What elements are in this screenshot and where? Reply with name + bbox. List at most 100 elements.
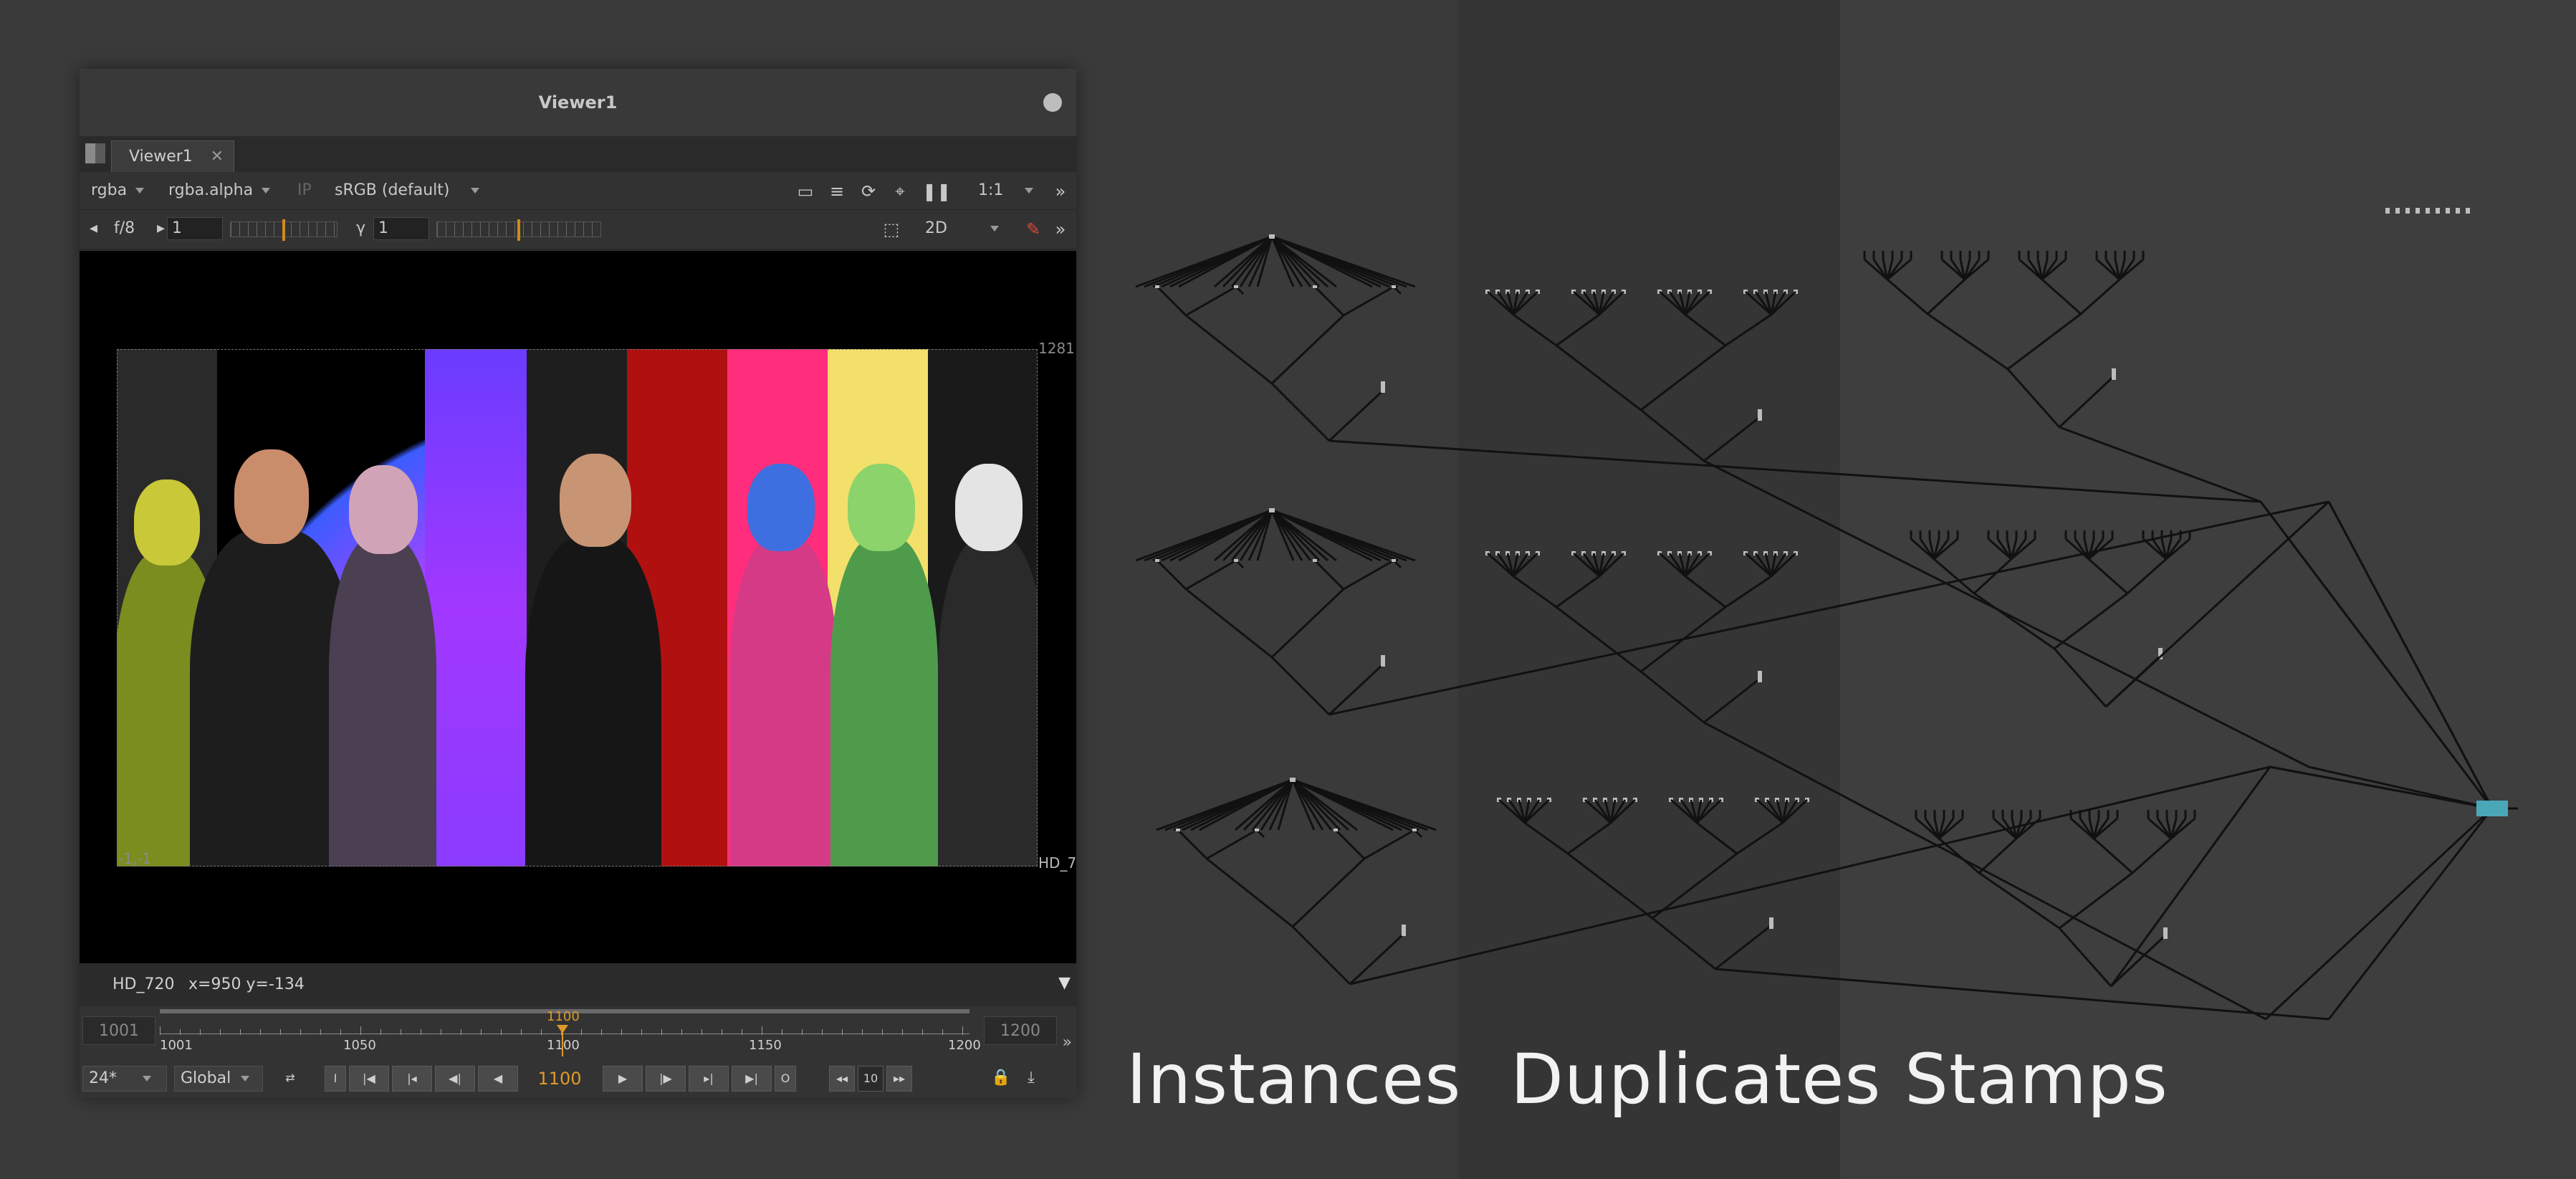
graph-node[interactable] — [2163, 927, 2168, 939]
graph-node[interactable] — [1758, 671, 1762, 682]
graph-node[interactable] — [1758, 409, 1762, 421]
next-frame-icon[interactable]: |▶ — [646, 1066, 686, 1092]
playhead-line — [562, 1025, 563, 1056]
fstop-increment-icon[interactable]: ▸ — [157, 210, 165, 247]
graph-node[interactable] — [1313, 285, 1317, 288]
next-keyframe-icon[interactable]: ▸| — [689, 1066, 729, 1092]
graph-node[interactable] — [1234, 559, 1238, 562]
graph-node[interactable] — [2476, 801, 2508, 816]
gamma-slider[interactable] — [436, 219, 601, 241]
view-mode-dropdown[interactable]: 2D — [925, 210, 999, 247]
download-icon[interactable]: ⤓ — [1018, 1066, 1044, 1092]
first-frame-icon[interactable]: |◀ — [349, 1066, 389, 1092]
chevron-down-icon — [990, 226, 999, 231]
graph-node[interactable] — [1269, 234, 1275, 239]
graph-node[interactable] — [1176, 829, 1180, 831]
lines-icon[interactable]: ≡ — [828, 182, 846, 201]
graph-node[interactable] — [2456, 208, 2460, 214]
frame-ruler[interactable]: 1001 1050 1100 1150 1200 1100 — [160, 1009, 981, 1056]
graph-node[interactable] — [1392, 559, 1396, 562]
tab-viewer1[interactable]: Viewer1 ✕ — [111, 140, 234, 172]
out-point-button[interactable]: O — [775, 1066, 796, 1092]
viewer-image-area[interactable]: 1281 HD_7 -1,-1 — [80, 251, 1076, 963]
viewer-window[interactable]: Viewer1 Viewer1 ✕ rgba rgba.alpha IP sRG… — [80, 69, 1076, 1098]
pane-menu-icon[interactable] — [85, 143, 105, 163]
graph-node[interactable] — [2436, 208, 2440, 214]
bottom-left-coord: -1,-1 — [118, 850, 152, 867]
graph-node[interactable] — [2112, 368, 2116, 380]
ruler-tick — [180, 1029, 181, 1035]
colorspace-dropdown[interactable]: sRGB (default) — [335, 172, 480, 209]
in-frame-input[interactable]: 1001 — [82, 1016, 155, 1045]
graph-node[interactable] — [1381, 655, 1385, 667]
graph-node[interactable] — [1290, 778, 1296, 782]
roi-icon[interactable]: ▭ — [796, 182, 815, 201]
graph-node[interactable] — [2415, 208, 2420, 214]
gain-input[interactable]: 1 — [167, 217, 223, 240]
pause-icon[interactable]: ❚❚ — [922, 182, 951, 201]
step-back-icon[interactable]: ◂◂ — [829, 1066, 855, 1092]
gamma-slider-knob[interactable] — [517, 219, 520, 241]
graph-node[interactable] — [1402, 925, 1406, 936]
last-frame-icon[interactable]: ▶| — [732, 1066, 772, 1092]
graph-node[interactable] — [2395, 208, 2400, 214]
current-frame-input[interactable]: 1100 — [525, 1066, 594, 1092]
fps-dropdown[interactable]: 24* — [82, 1066, 167, 1092]
ip-toggle[interactable]: IP — [297, 172, 312, 209]
timeline-expand-icon[interactable]: » — [1063, 1034, 1072, 1051]
crosshair-icon[interactable]: ⌖ — [891, 182, 909, 201]
graph-node[interactable] — [2446, 208, 2450, 214]
zoom-dropdown[interactable]: 1:1 — [978, 172, 1034, 209]
close-icon[interactable] — [1043, 93, 1062, 112]
tab-close-icon[interactable]: ✕ — [211, 141, 224, 173]
timeline[interactable]: 1001 1001 1050 1100 1150 1200 1100 1200 … — [80, 1006, 1076, 1059]
graph-node[interactable] — [1155, 285, 1159, 288]
playback-mode-icon[interactable]: ⇄ — [277, 1066, 303, 1092]
step-size-input[interactable]: 10 — [858, 1066, 884, 1092]
alpha-channel-dropdown[interactable]: rgba.alpha — [168, 172, 271, 209]
gain-slider[interactable] — [230, 219, 337, 241]
graph-node[interactable] — [1412, 829, 1417, 831]
paint-brush-icon[interactable]: ✎ — [1024, 220, 1043, 239]
prev-keyframe-icon[interactable]: |◂ — [392, 1066, 432, 1092]
graph-node[interactable] — [1769, 917, 1773, 929]
node-connection — [1652, 917, 1716, 970]
graph-node[interactable] — [2426, 208, 2430, 214]
graph-node[interactable] — [1255, 829, 1259, 831]
play-backward-icon[interactable]: ◀ — [478, 1066, 518, 1092]
expand-icon[interactable]: » — [1051, 182, 1070, 201]
channels-dropdown[interactable]: rgba — [91, 172, 145, 209]
ruler-tick — [300, 1029, 301, 1035]
expand-icon[interactable]: » — [1051, 220, 1070, 239]
fstop-decrement-icon[interactable]: ◂ — [90, 210, 97, 247]
ruler-tick — [160, 1026, 161, 1035]
graph-node[interactable] — [1269, 508, 1275, 512]
graph-node[interactable] — [2405, 208, 2410, 214]
graph-node[interactable] — [2466, 208, 2470, 214]
node-connection — [1178, 235, 1273, 288]
graph-node[interactable] — [1155, 559, 1159, 562]
step-forward-icon[interactable]: ▸▸ — [886, 1066, 912, 1092]
out-frame-input[interactable]: 1200 — [984, 1016, 1057, 1045]
viewer-titlebar[interactable]: Viewer1 — [80, 69, 1076, 136]
graph-node[interactable] — [1313, 559, 1317, 562]
fstop-value[interactable]: f/8 — [114, 210, 135, 247]
gain-slider-knob[interactable] — [282, 219, 285, 241]
refresh-icon[interactable]: ⟳ — [859, 182, 878, 201]
lock-icon[interactable]: 🔒 — [988, 1066, 1014, 1092]
node-connection — [2053, 648, 2107, 707]
scope-dropdown[interactable]: Global — [174, 1066, 263, 1092]
node-connection — [1725, 313, 1772, 347]
graph-node[interactable] — [1381, 381, 1385, 393]
graph-node[interactable] — [2385, 208, 2390, 214]
ruler-tick — [621, 1029, 622, 1035]
info-expand-icon[interactable]: ▼ — [1058, 962, 1071, 1005]
prev-frame-icon[interactable]: ◀| — [435, 1066, 475, 1092]
region-select-icon[interactable]: ⬚ — [882, 220, 901, 239]
graph-node[interactable] — [1234, 285, 1238, 288]
gamma-input[interactable]: 1 — [373, 217, 429, 240]
graph-node[interactable] — [1334, 829, 1338, 831]
play-forward-icon[interactable]: ▶ — [603, 1066, 643, 1092]
graph-node[interactable] — [1392, 285, 1396, 288]
in-point-button[interactable]: I — [325, 1066, 346, 1092]
